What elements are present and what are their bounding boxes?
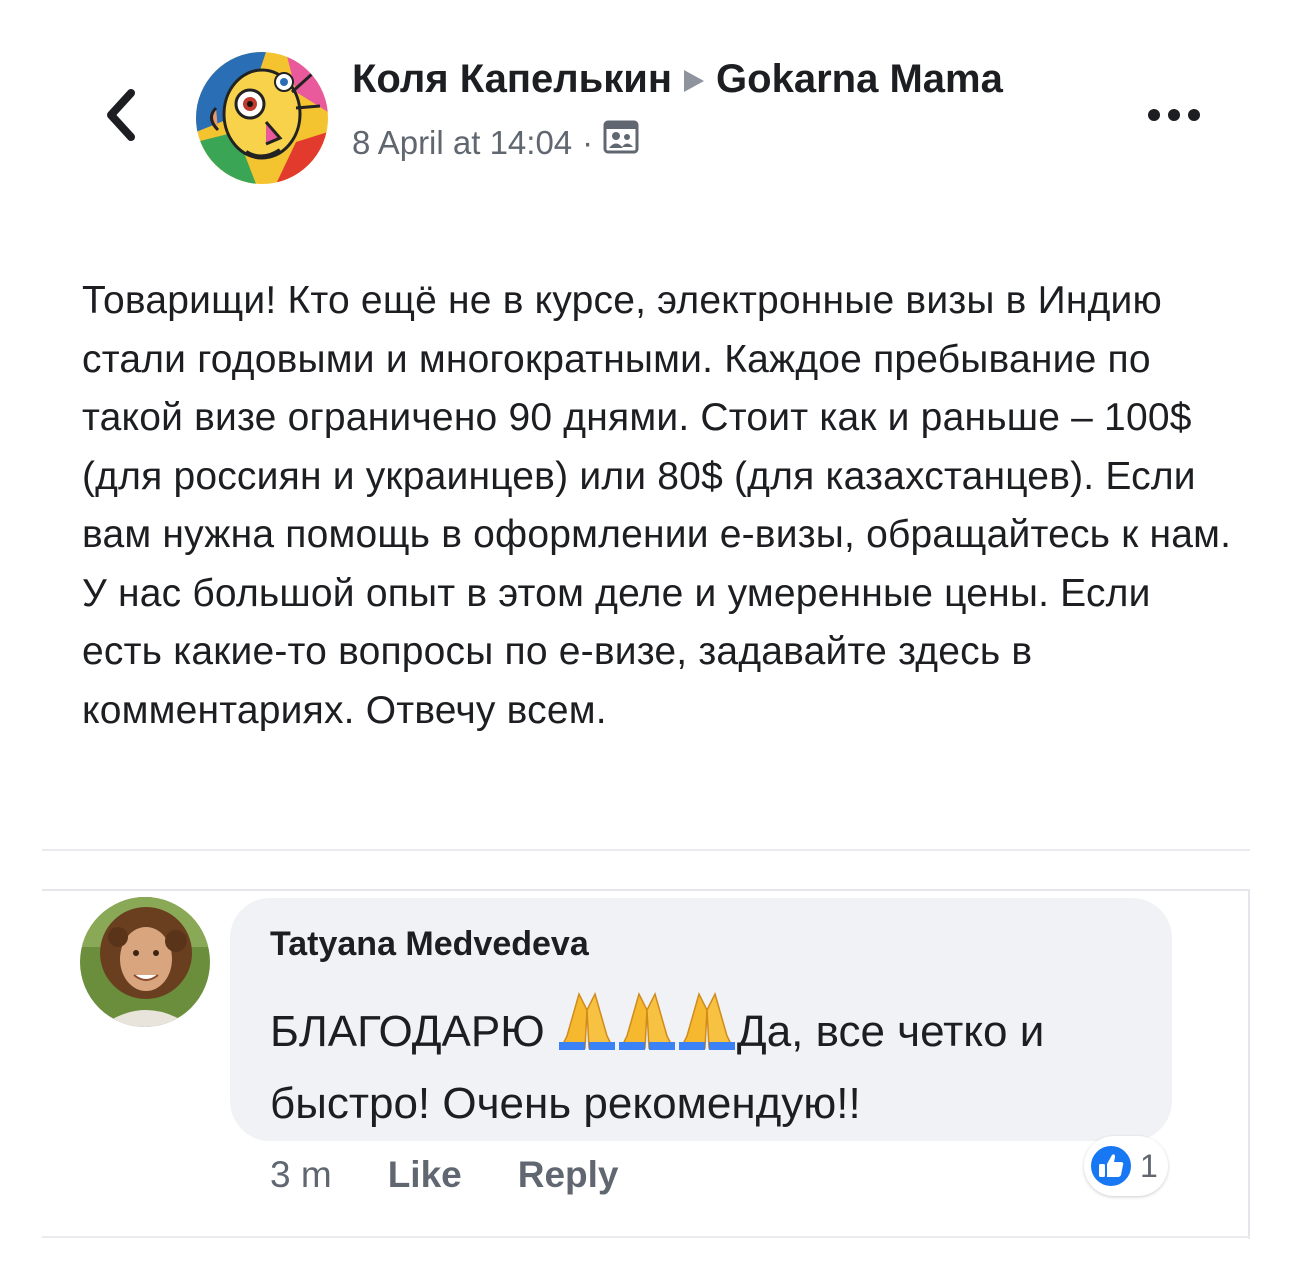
post-header: Коля Капелькин Gokarna Mama 8 April at 14…: [352, 52, 1052, 165]
comment-bubble: Tatyana Medvedeva БЛАГОДАРЮ Да, все четк…: [230, 898, 1172, 1141]
like-reaction-icon: [1089, 1144, 1133, 1188]
like-button[interactable]: Like: [388, 1150, 462, 1200]
group-audience-icon: [603, 120, 639, 165]
back-button[interactable]: [95, 80, 145, 150]
author-line: Коля Капелькин Gokarna Mama: [352, 52, 1052, 108]
comment-text: БЛАГОДАРЮ Да, все четко и быстро! Очень …: [270, 990, 1150, 1137]
author-name[interactable]: Коля Капелькин: [352, 57, 672, 101]
commenter-name[interactable]: Tatyana Medvedeva: [270, 922, 589, 966]
comment-text-start: БЛАГОДАРЮ: [270, 1007, 557, 1056]
reaction-summary[interactable]: 1: [1084, 1136, 1168, 1196]
reply-button[interactable]: Reply: [518, 1150, 619, 1200]
commenter-photo: [80, 897, 210, 1027]
more-horizontal-icon: [1148, 109, 1200, 121]
comment-actions: 3 m Like Reply: [270, 1150, 619, 1200]
meta-separator: ·: [582, 123, 594, 161]
chevron-left-icon: [107, 89, 135, 141]
author-avatar[interactable]: [196, 52, 328, 184]
post-meta: 8 April at 14:04 ·: [352, 120, 1052, 165]
group-name[interactable]: Gokarna Mama: [716, 57, 1003, 101]
folded-hands-emoji: [557, 990, 737, 1071]
avatar-artwork: [196, 52, 328, 184]
more-options-button[interactable]: [1144, 100, 1204, 130]
divider: [42, 849, 1250, 851]
post-body: Товарищи! Кто ещё не в курсе, электронны…: [82, 279, 1232, 732]
divider: [42, 1236, 1250, 1238]
commenter-avatar[interactable]: [80, 897, 210, 1027]
reaction-count: 1: [1140, 1147, 1158, 1184]
comment-time[interactable]: 3 m: [270, 1150, 332, 1200]
arrow-right-icon: [682, 54, 706, 108]
post-timestamp[interactable]: 8 April at 14:04: [352, 121, 572, 165]
